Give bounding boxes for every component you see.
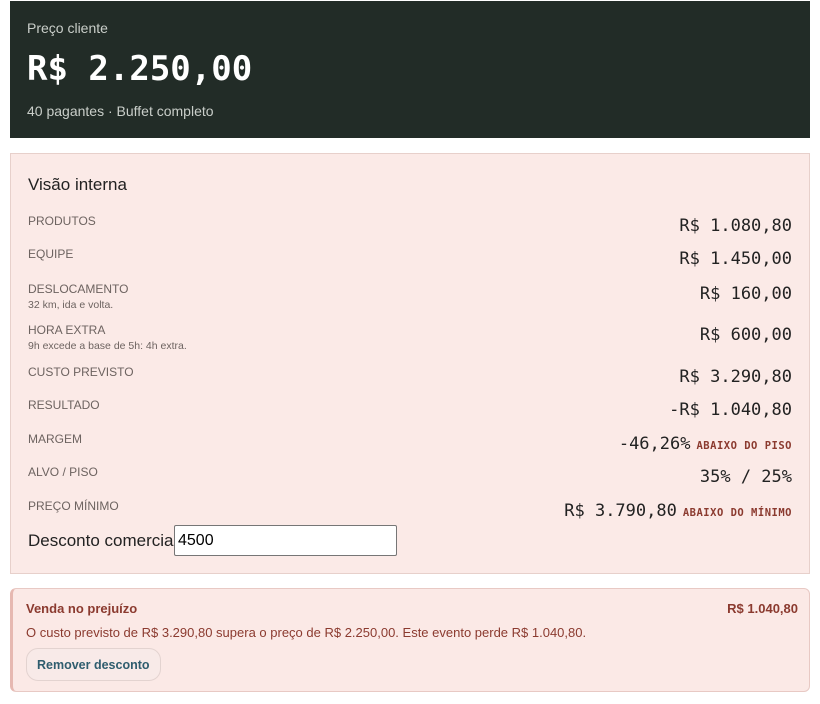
- remove-discount-button[interactable]: Remover desconto: [26, 648, 161, 681]
- value-text: R$ 3.290,80: [679, 367, 792, 387]
- value-text: R$ 600,00: [699, 325, 792, 345]
- client-price-subtitle: 40 pagantes · Buffet completo: [27, 103, 214, 119]
- value-text: R$ 1.080,80: [679, 216, 792, 236]
- row-value: R$ 160,00: [700, 284, 792, 304]
- value-text: R$ 3.790,80: [564, 501, 677, 521]
- row-label: MARGEM: [28, 432, 82, 446]
- row-label: HORA EXTRA: [28, 323, 106, 337]
- value-text: R$ 160,00: [699, 284, 792, 304]
- row-value: R$ 600,00: [700, 325, 792, 345]
- row-value: 35% / 25%: [700, 467, 792, 487]
- row-value: R$ 1.080,80: [679, 216, 792, 236]
- internal-view-title: Visão interna: [28, 175, 127, 194]
- row-label: DESLOCAMENTO: [28, 282, 129, 296]
- row-label: RESULTADO: [28, 398, 100, 412]
- value-text: R$ 1.450,00: [679, 249, 792, 269]
- alert-amount: R$ 1.040,80: [727, 601, 798, 616]
- discount-input[interactable]: [174, 525, 397, 556]
- row-value: R$ 3.290,80: [679, 367, 792, 387]
- row-label: CUSTO PREVISTO: [28, 365, 134, 379]
- row-label: EQUIPE: [28, 247, 74, 261]
- client-price-value: R$ 2.250,00: [27, 49, 253, 89]
- client-price-label: Preço cliente: [27, 20, 108, 36]
- row-note: 9h excede a base de 5h: 4h extra.: [28, 340, 187, 352]
- value-text: -46,26%: [618, 434, 691, 454]
- value-text: -R$ 1.040,80: [669, 400, 792, 420]
- internal-view-panel: Visão interna PRODUTOS R$ 1.080,80 EQUIP…: [10, 153, 810, 574]
- row-value: -R$ 1.040,80: [669, 400, 792, 420]
- client-price-header: Preço cliente R$ 2.250,00 40 pagantes · …: [10, 1, 810, 138]
- row-note: 32 km, ida e volta.: [28, 299, 114, 311]
- below-minimum-badge: ABAIXO DO MÍNIMO: [682, 507, 792, 519]
- alert-title: Venda no prejuízo: [26, 601, 138, 616]
- row-value: R$ 1.450,00: [679, 249, 792, 269]
- row-label: PRODUTOS: [28, 214, 96, 228]
- row-label: PREÇO MÍNIMO: [28, 499, 119, 513]
- loss-alert: Venda no prejuízo R$ 1.040,80 O custo pr…: [10, 588, 810, 692]
- below-floor-badge: ABAIXO DO PISO: [696, 440, 792, 452]
- row-value: -46,26% ABAIXO DO PISO: [619, 434, 792, 454]
- alert-message: O custo previsto de R$ 3.290,80 supera o…: [26, 625, 587, 640]
- value-text: 35% / 25%: [699, 467, 792, 487]
- row-value: R$ 3.790,80 ABAIXO DO MÍNIMO: [564, 501, 792, 521]
- discount-label: Desconto comercial: [28, 531, 178, 550]
- row-label: ALVO / PISO: [28, 465, 98, 479]
